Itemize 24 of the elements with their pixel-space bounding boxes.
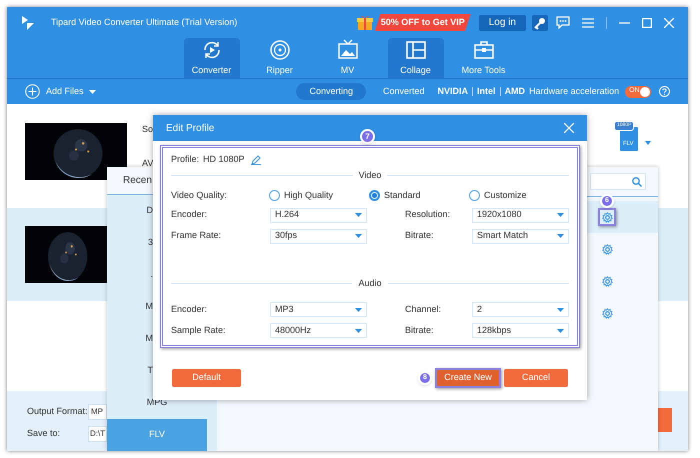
field-label: Frame Rate: [171, 229, 222, 242]
field-label: Encoder: [171, 302, 208, 316]
field-label: Resolution: [405, 208, 452, 222]
save-to-label: Save to: [27, 427, 62, 440]
format-label: AV [142, 156, 154, 170]
window-title: Tipard Video Converter Ultimate (Trial Version) [51, 16, 238, 29]
source-label: So [142, 123, 154, 136]
gpu-label: Intel [477, 84, 496, 98]
field-label: Sample Rate: [171, 324, 227, 337]
field-label: Video Quality: [171, 188, 228, 202]
section-heading: Video [358, 169, 382, 182]
output-format-label: Output Format: [27, 405, 88, 418]
dialog-title: Edit Profile [166, 122, 214, 136]
field-label: Encoder: [171, 208, 208, 222]
profile-label: Profile: [171, 152, 200, 166]
section-heading: Audio [358, 276, 382, 290]
profile-name: HD 1080P [203, 152, 245, 166]
hardware-acceleration-label: Hardware acceleration [529, 84, 620, 98]
gpu-label: AMD [504, 84, 526, 98]
gpu-label: NVIDIA [438, 84, 468, 98]
field-label: Bitrate: [405, 324, 435, 337]
callout-badge: 7 [360, 129, 375, 144]
field-label: Bitrate: [405, 229, 435, 242]
field-label: Channel: [405, 302, 442, 316]
